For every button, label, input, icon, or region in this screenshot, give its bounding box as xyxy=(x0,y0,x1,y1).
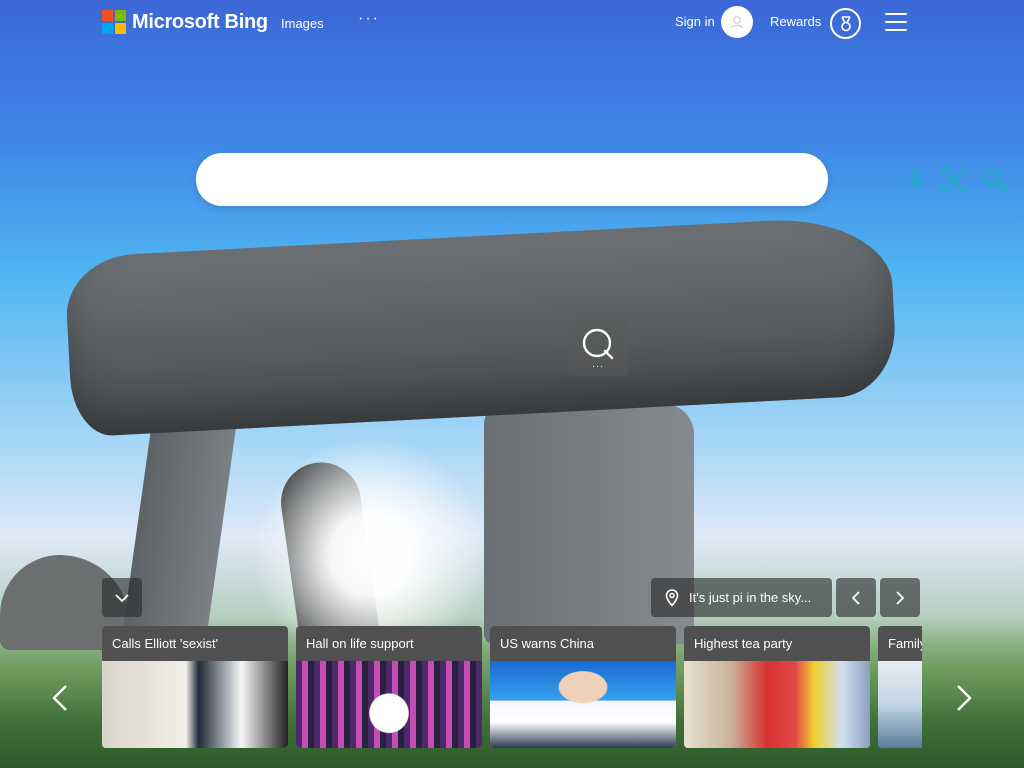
image-info-button[interactable]: It's just pi in the sky... xyxy=(651,578,832,617)
news-card-title: Calls Elliott 'sexist' xyxy=(102,626,288,661)
news-card-title: Family xyxy=(878,626,922,661)
carousel-left-arrow[interactable] xyxy=(42,678,78,718)
news-thumbnail xyxy=(684,661,870,748)
news-card[interactable]: Highest tea party xyxy=(684,626,870,748)
chevron-down-icon xyxy=(115,593,129,602)
news-thumbnail xyxy=(878,661,922,748)
news-card[interactable]: Hall on life support xyxy=(296,626,482,748)
search-input[interactable] xyxy=(218,165,688,193)
news-card[interactable]: Calls Elliott 'sexist' xyxy=(102,626,288,748)
search-icon[interactable] xyxy=(981,166,1009,194)
rewards-link[interactable]: Rewards xyxy=(770,14,821,29)
sign-in-link[interactable]: Sign in xyxy=(675,14,715,29)
image-caption: It's just pi in the sky... xyxy=(689,590,812,605)
microphone-icon[interactable] xyxy=(902,166,930,194)
avatar[interactable] xyxy=(721,6,753,38)
top-header: Microsoft Bing Images ··· Sign in Reward… xyxy=(0,0,1024,46)
chevron-left-icon xyxy=(52,685,67,711)
hotspot-dots: ··· xyxy=(592,361,604,371)
image-hotspot-button[interactable]: ··· xyxy=(568,320,628,376)
news-card-title: US warns China xyxy=(490,626,676,661)
dolmen-capstone xyxy=(63,214,899,438)
news-card[interactable]: US warns China xyxy=(490,626,676,748)
search-hotspot-icon xyxy=(582,328,614,360)
visual-search-icon[interactable] xyxy=(940,166,968,194)
chevron-right-icon xyxy=(896,590,905,605)
news-card[interactable]: Family xyxy=(878,626,922,748)
hamburger-menu-icon[interactable] xyxy=(885,13,907,31)
previous-image-button[interactable] xyxy=(836,578,876,617)
bing-logo-link[interactable]: Microsoft Bing xyxy=(102,10,268,34)
rewards-medal-icon[interactable] xyxy=(830,8,861,39)
brand-name: Microsoft Bing xyxy=(132,10,268,33)
news-thumbnail xyxy=(490,661,676,748)
collapse-feed-button[interactable] xyxy=(102,578,142,617)
news-card-title: Hall on life support xyxy=(296,626,482,661)
microsoft-logo-icon xyxy=(102,10,126,34)
next-image-button[interactable] xyxy=(880,578,920,617)
nav-more-button[interactable]: ··· xyxy=(358,10,380,28)
person-icon xyxy=(730,16,744,29)
carousel-right-arrow[interactable] xyxy=(946,678,982,718)
news-thumbnail xyxy=(296,661,482,748)
chevron-right-icon xyxy=(957,685,972,711)
news-thumbnail xyxy=(102,661,288,748)
nav-images-link[interactable]: Images xyxy=(281,16,324,31)
location-pin-icon xyxy=(665,588,679,607)
news-carousel: Calls Elliott 'sexist' Hall on life supp… xyxy=(102,626,922,750)
news-card-title: Highest tea party xyxy=(684,626,870,661)
chevron-left-icon xyxy=(851,590,860,605)
search-box xyxy=(196,153,1007,206)
